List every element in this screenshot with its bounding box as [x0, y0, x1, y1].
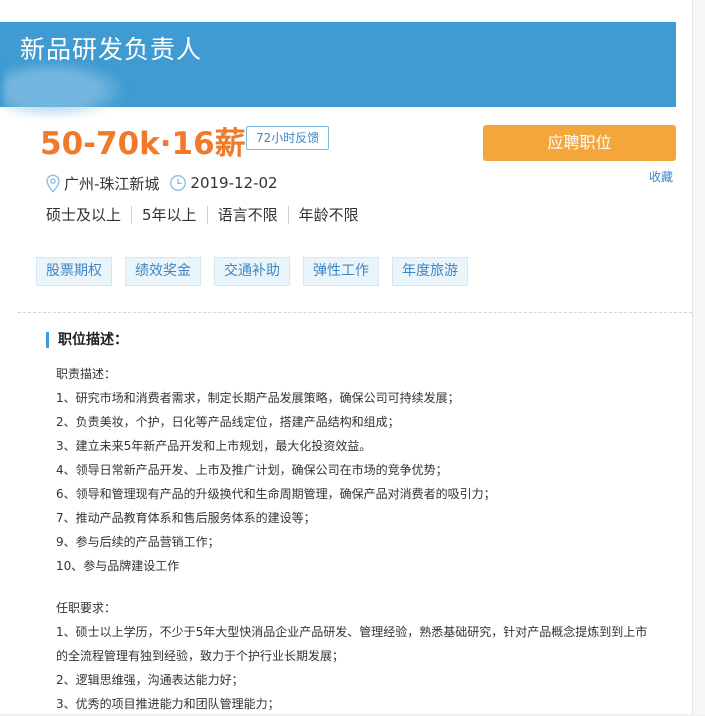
- benefit-tag: 年度旅游: [392, 257, 468, 286]
- experience-requirement: 5年以上: [131, 206, 207, 224]
- requirements-summary: 硕士及以上 5年以上 语言不限 年龄不限: [46, 206, 369, 224]
- duty-line: 3、建立未来5年新产品开发和上市规划，最大化投资效益。: [56, 439, 372, 453]
- requirement-line: 1、硕士以上学历，不少于5年大型快消品企业产品研发、管理经验，熟悉基础研究，针对…: [56, 625, 648, 639]
- location-pin-icon: [45, 173, 61, 193]
- feedback-badge: 72小时反馈: [246, 126, 330, 150]
- requirement-line: 3、优秀的项目推进能力和团队管理能力；: [56, 697, 280, 711]
- section-divider: [18, 312, 692, 313]
- benefit-tags: 股票期权 绩效奖金 交通补助 弹性工作 年度旅游: [36, 257, 481, 286]
- apply-button[interactable]: 应聘职位: [483, 125, 676, 161]
- requirements-heading: 任职要求：: [56, 601, 117, 615]
- clock-icon: [169, 174, 187, 192]
- job-detail-page: 新品研发负责人 50-70k·16薪 72小时反馈 应聘职位 收藏 广州-珠江新…: [0, 0, 693, 714]
- duty-line: 2、负责美妆，个护，日化等产品线定位，搭建产品结构和组成；: [56, 415, 400, 429]
- salary-text: 50-70k·16薪: [40, 126, 246, 162]
- duty-line: 6、领导和管理现有产品的升级换代和生命周期管理，确保产品对消费者的吸引力；: [56, 487, 496, 501]
- scrollbar-track[interactable]: [693, 0, 705, 714]
- location-text: 广州-珠江新城: [64, 174, 160, 193]
- job-description: 职责描述： 1、研究市场和消费者需求，制定长期产品发展策略，确保公司可持续发展；…: [56, 362, 676, 716]
- benefit-tag: 股票期权: [36, 257, 112, 286]
- benefit-tag: 交通补助: [214, 257, 290, 286]
- duty-line: 4、领导日常新产品开发、上市及推广计划，确保公司在市场的竞争优势；: [56, 463, 448, 477]
- requirement-line: 的全流程管理有独到经验，致力于个护行业长期发展；: [56, 649, 345, 663]
- benefit-tag: 绩效奖金: [125, 257, 201, 286]
- duty-line: 9、参与后续的产品营销工作；: [56, 535, 220, 549]
- education-requirement: 硕士及以上: [46, 206, 122, 224]
- location: 广州-珠江新城: [45, 173, 159, 194]
- redacted-company-blur: [4, 62, 124, 118]
- favorite-link[interactable]: 收藏: [649, 168, 673, 185]
- requirement-line: 2、逻辑思维强，沟通表达能力好；: [56, 673, 244, 687]
- post-date: 2019-12-02: [169, 174, 278, 192]
- language-requirement: 语言不限: [206, 206, 288, 224]
- duty-line: 1、研究市场和消费者需求，制定长期产品发展策略，确保公司可持续发展；: [56, 391, 460, 405]
- benefit-tag: 弹性工作: [303, 257, 379, 286]
- duties-heading: 职责描述：: [56, 367, 117, 381]
- duty-line: 10、参与品牌建设工作: [56, 559, 180, 573]
- job-title: 新品研发负责人: [20, 35, 203, 64]
- date-text: 2019-12-02: [190, 174, 278, 192]
- job-meta: 广州-珠江新城 2019-12-02: [45, 172, 288, 194]
- age-requirement: 年龄不限: [287, 206, 369, 224]
- duty-line: 7、推动产品教育体系和售后服务体系的建设等；: [56, 511, 316, 525]
- section-title: 职位描述：: [46, 332, 128, 348]
